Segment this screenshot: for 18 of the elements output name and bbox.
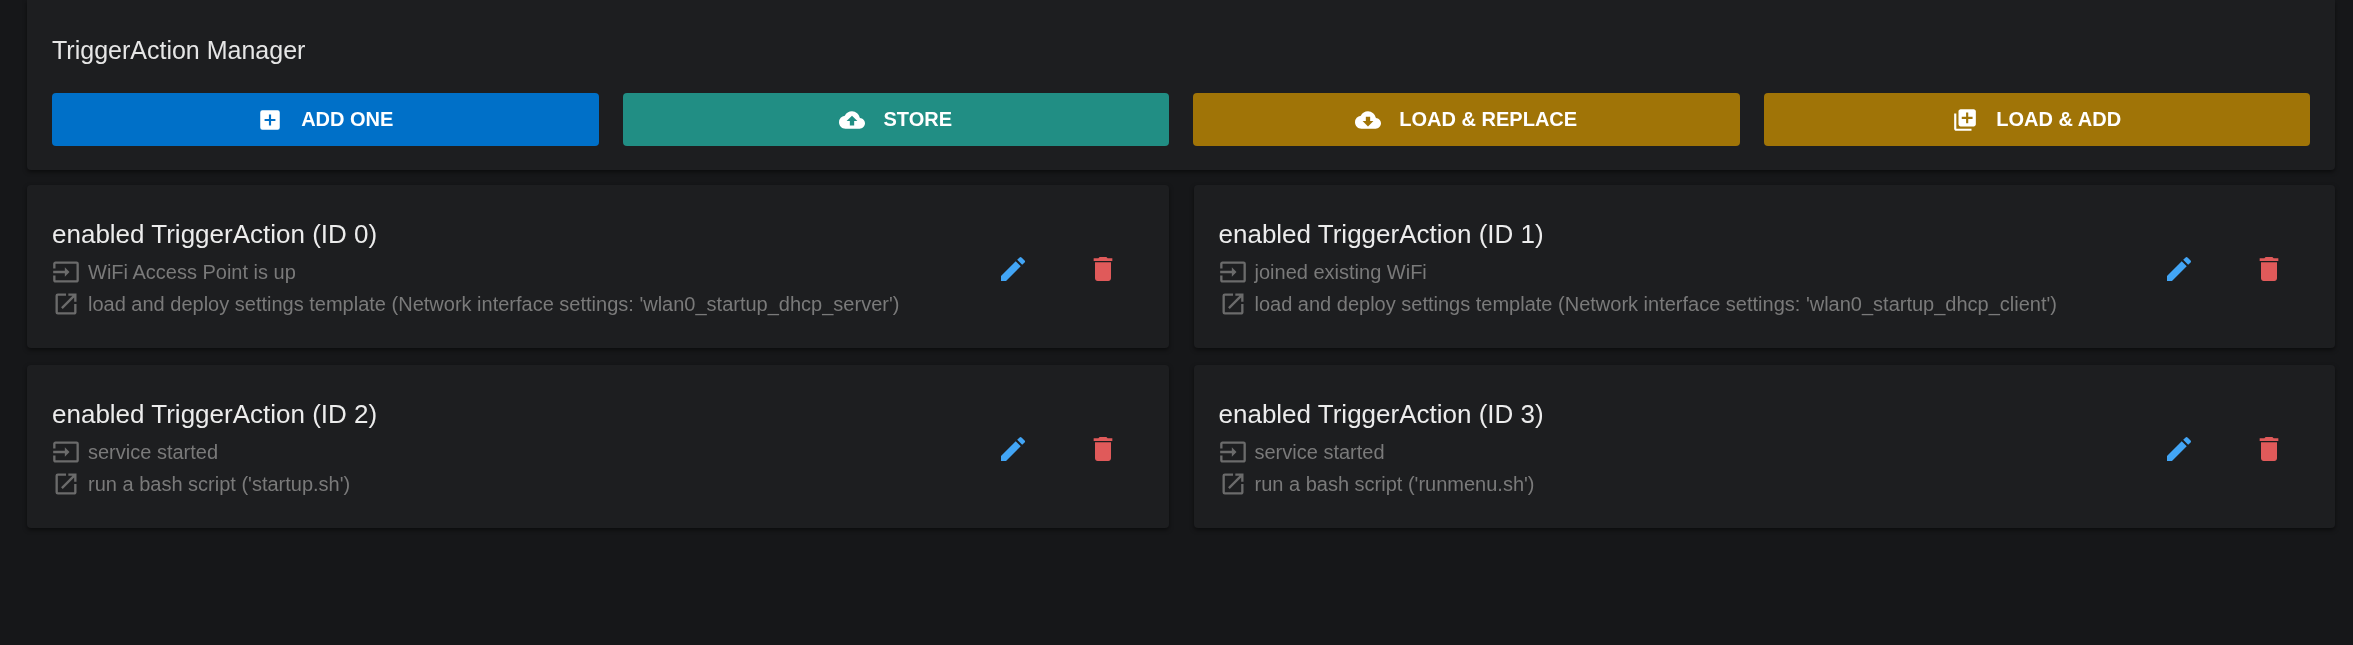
- trigger-text: service started: [88, 440, 219, 464]
- action-text: run a bash script ('runmenu.sh'): [1254, 472, 1535, 496]
- action-text: run a bash script ('startup.sh'): [88, 472, 351, 496]
- library-add-icon: [1952, 106, 1979, 133]
- action-text: load and deploy settings template (Network interface settings: 'wlan0_startup_dhcp_server'): [88, 292, 900, 316]
- action-button[interactable]: LOAD & ADD: [1763, 93, 2310, 146]
- card-title: enabled TriggerAction (ID 1): [1218, 219, 1545, 250]
- trigger-text: service started: [1254, 440, 1385, 464]
- action-button[interactable]: ADD ONE: [52, 93, 599, 146]
- action-text: load and deploy settings template (Network interface settings: 'wlan0_startup_dhcp_client'): [1254, 292, 2058, 316]
- action-button[interactable]: LOAD & REPLACE: [1193, 93, 1740, 146]
- card-title: enabled TriggerAction (ID 3): [1218, 399, 1545, 430]
- action-button[interactable]: STORE: [622, 93, 1169, 146]
- card-title: enabled TriggerAction (ID 0): [52, 219, 379, 250]
- card-title: enabled TriggerAction (ID 2): [52, 399, 379, 430]
- trigger-text: WiFi Access Point is up: [88, 260, 296, 284]
- trigger-text: joined existing WiFi: [1254, 260, 1427, 284]
- panel-title: TriggerAction Manager: [52, 36, 307, 65]
